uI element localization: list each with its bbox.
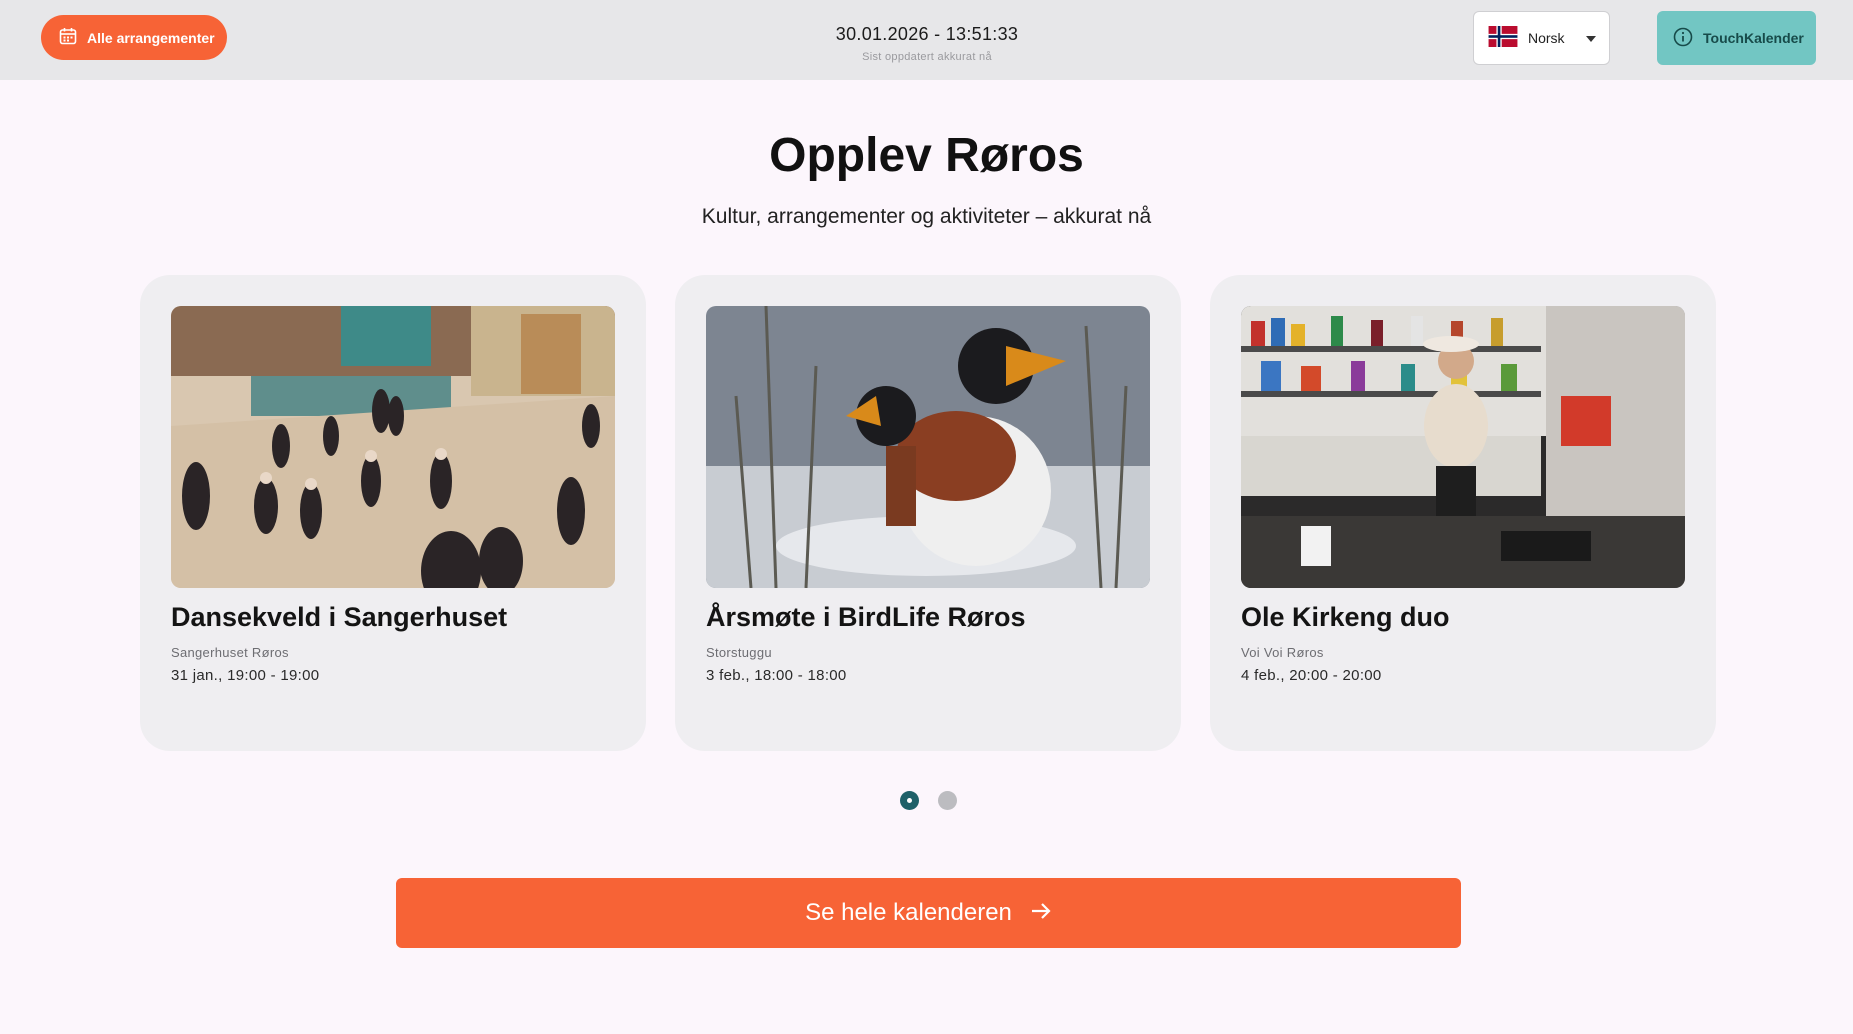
event-card[interactable]: Dansekveld i Sangerhuset Sangerhuset Rør… bbox=[140, 275, 646, 751]
carousel-dot-1[interactable] bbox=[900, 791, 919, 810]
event-venue: Voi Voi Røros bbox=[1241, 645, 1324, 660]
event-time: 3 feb., 18:00 - 18:00 bbox=[706, 667, 847, 684]
event-time: 31 jan., 19:00 - 19:00 bbox=[171, 667, 320, 684]
language-label: Norsk bbox=[1528, 30, 1565, 46]
event-time: 4 feb., 20:00 - 20:00 bbox=[1241, 667, 1382, 684]
see-full-calendar-label: Se hele kalenderen bbox=[805, 899, 1012, 926]
language-select[interactable]: Norsk bbox=[1473, 11, 1610, 65]
caret-down-icon bbox=[1585, 30, 1597, 46]
event-title: Årsmøte i BirdLife Røros bbox=[706, 602, 1026, 632]
event-venue: Sangerhuset Røros bbox=[171, 645, 289, 660]
event-image-birds bbox=[706, 306, 1150, 588]
event-title: Dansekveld i Sangerhuset bbox=[171, 602, 508, 632]
page-title: Opplev Røros bbox=[769, 129, 1084, 182]
event-title: Ole Kirkeng duo bbox=[1241, 602, 1450, 632]
top-bar: Alle arrangementer 30.01.2026 - 13:51:33… bbox=[0, 0, 1853, 80]
touchkalender-button[interactable]: TouchKalender bbox=[1657, 11, 1816, 65]
current-datetime: 30.01.2026 - 13:51:33 bbox=[835, 24, 1019, 44]
last-updated-text: Sist oppdatert akkurat nå bbox=[862, 51, 992, 63]
norway-flag-icon bbox=[1488, 26, 1518, 50]
event-venue: Storstuggu bbox=[706, 645, 772, 660]
page-subtitle: Kultur, arrangementer og aktiviteter – a… bbox=[701, 205, 1152, 228]
all-events-label: Alle arrangementer bbox=[87, 29, 215, 46]
event-image-shop bbox=[1241, 306, 1685, 588]
carousel-dot-2[interactable] bbox=[938, 791, 957, 810]
all-events-button[interactable]: Alle arrangementer bbox=[41, 15, 227, 60]
calendar-icon bbox=[59, 27, 77, 48]
event-image-dance bbox=[171, 306, 615, 588]
info-icon bbox=[1673, 27, 1693, 50]
clock: 30.01.2026 - 13:51:33 Sist oppdatert akk… bbox=[777, 24, 1077, 63]
event-card[interactable]: Årsmøte i BirdLife Røros Storstuggu 3 fe… bbox=[675, 275, 1181, 751]
touchkalender-label: TouchKalender bbox=[1703, 30, 1804, 46]
arrow-right-icon bbox=[1030, 899, 1052, 927]
carousel-pagination bbox=[900, 791, 957, 810]
event-card[interactable]: Ole Kirkeng duo Voi Voi Røros 4 feb., 20… bbox=[1210, 275, 1716, 751]
see-full-calendar-button[interactable]: Se hele kalenderen bbox=[396, 878, 1461, 948]
